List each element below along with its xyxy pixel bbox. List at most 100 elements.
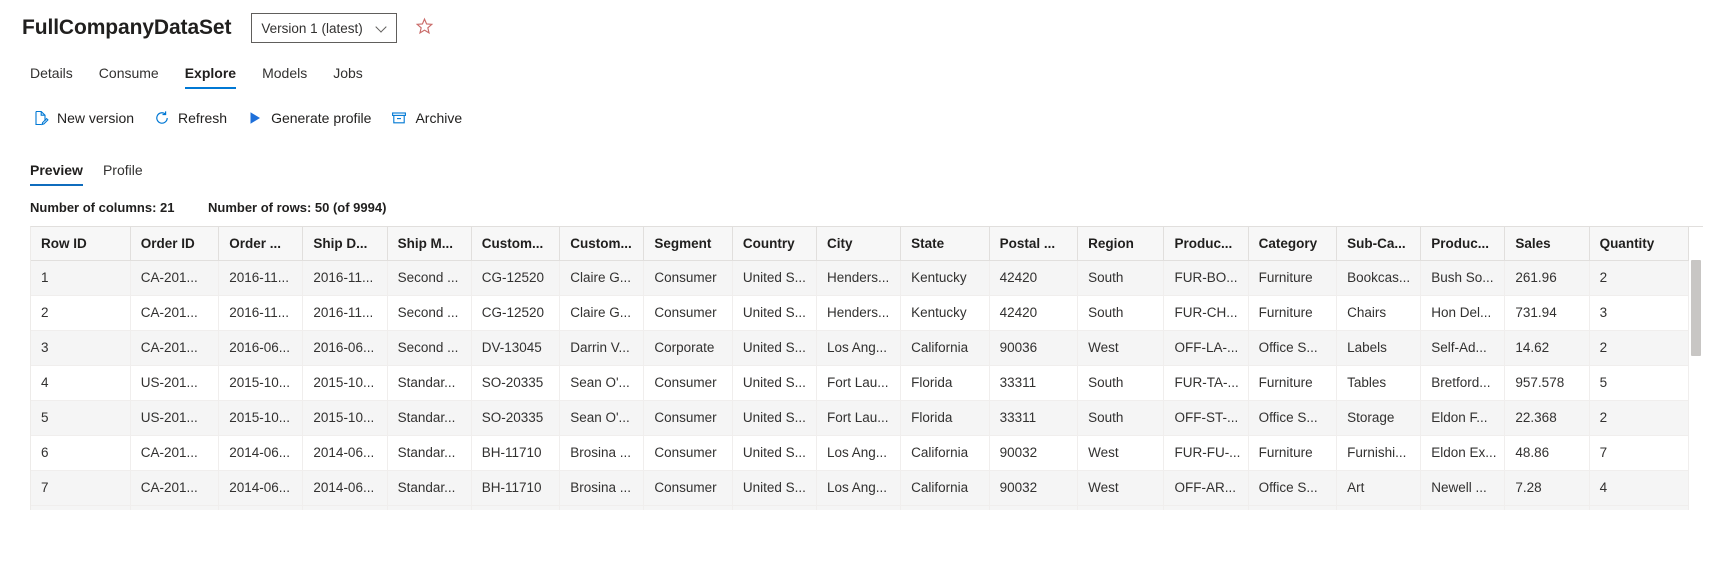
table-cell: Tables (1336, 365, 1422, 401)
table-cell: United S... (732, 330, 818, 366)
favorite-star-icon[interactable] (415, 17, 434, 40)
scrollbar-thumb[interactable] (1691, 260, 1701, 356)
table-cell: Standar... (387, 470, 472, 506)
table-cell: United S... (732, 400, 818, 436)
preview-profile-tab-bar: Preview Profile (0, 154, 1718, 186)
table-cell: 957.578 (1504, 365, 1590, 401)
table-cell: Furniture (1248, 365, 1338, 401)
table-cell: SO-20335 (471, 400, 561, 436)
table-cell: South (1077, 365, 1165, 401)
table-cell: CA-201... (130, 330, 220, 366)
table-cell: Consumer (643, 470, 733, 506)
column-header[interactable]: Ship D... (302, 227, 388, 261)
table-cell: Fort Lau... (816, 365, 902, 401)
column-header[interactable]: Order ... (218, 227, 304, 261)
generate-profile-button[interactable]: Generate profile (239, 105, 383, 131)
table-cell: CG-12520 (471, 295, 561, 331)
tab-consume[interactable]: Consume (86, 65, 172, 89)
table-cell: 3 (1589, 295, 1690, 331)
column-header[interactable]: Produc... (1163, 227, 1249, 261)
table-cell: OFF-ST-... (1163, 400, 1249, 436)
table-row[interactable]: 1 CA-201... 2016-11... 2016-11... Second ...… (31, 260, 1690, 296)
column-header[interactable]: Produc... (1420, 227, 1506, 261)
table-cell: Henders... (816, 260, 902, 296)
table-cell: 48.86 (1504, 435, 1590, 471)
new-version-icon (33, 110, 49, 126)
table-cell: Labels (1336, 330, 1422, 366)
table-cell: 2014-06... (302, 435, 388, 471)
table-cell: 2016-11... (218, 295, 304, 331)
table-cell: 2016-11... (302, 295, 388, 331)
column-header[interactable]: State (900, 227, 990, 261)
table-row[interactable]: 3 CA-201... 2016-06... 2016-06... Second ...… (31, 330, 1690, 366)
table-cell: California (900, 470, 990, 506)
tab-preview[interactable]: Preview (28, 162, 93, 186)
table-cell: Los Ang... (816, 330, 902, 366)
vertical-scrollbar[interactable] (1689, 260, 1703, 510)
tab-models[interactable]: Models (249, 65, 320, 89)
column-header[interactable]: Ship M... (387, 227, 472, 261)
column-header[interactable]: Postal ... (989, 227, 1079, 261)
column-header[interactable]: City (816, 227, 902, 261)
table-cell: Bookcas... (1336, 260, 1422, 296)
table-row[interactable] (31, 505, 1690, 510)
column-header[interactable]: Category (1248, 227, 1338, 261)
column-header[interactable]: Custom... (471, 227, 561, 261)
column-header[interactable]: Custom... (559, 227, 645, 261)
table-row[interactable]: 4 US-201... 2015-10... 2015-10... Standar...… (31, 365, 1690, 401)
column-header[interactable]: Segment (643, 227, 733, 261)
table-cell: South (1077, 260, 1165, 296)
column-header[interactable]: Country (732, 227, 818, 261)
column-header[interactable]: Quantity (1589, 227, 1690, 261)
table-cell: South (1077, 400, 1165, 436)
table-row[interactable]: 2 CA-201... 2016-11... 2016-11... Second ...… (31, 295, 1690, 331)
column-header[interactable]: Sales (1504, 227, 1590, 261)
table-cell: 2015-10... (218, 365, 304, 401)
command-bar: New version Refresh Generate profile Arc… (0, 98, 1718, 138)
table-cell: Furniture (1248, 260, 1338, 296)
table-cell: Chairs (1336, 295, 1422, 331)
table-cell: 2016-11... (218, 260, 304, 296)
column-header[interactable]: Row ID (31, 227, 131, 261)
column-header[interactable]: Order ID (130, 227, 220, 261)
table-cell (1163, 505, 1249, 510)
table-cell: Standar... (387, 400, 472, 436)
table-cell: Bush So... (1420, 260, 1506, 296)
table-row[interactable]: 6 CA-201... 2014-06... 2014-06... Standar...… (31, 435, 1690, 471)
table-cell: 2 (1589, 400, 1690, 436)
table-cell: 2 (1589, 260, 1690, 296)
table-cell: CA-201... (130, 470, 220, 506)
data-preview-grid[interactable]: Row ID Order ID Order ... Ship D... Ship M..… (30, 226, 1703, 510)
archive-icon (391, 110, 407, 126)
table-cell: 33311 (989, 365, 1079, 401)
table-cell: BH-11710 (471, 470, 561, 506)
table-cell (1336, 505, 1422, 510)
table-cell: Consumer (643, 260, 733, 296)
table-cell (218, 505, 304, 510)
tab-explore[interactable]: Explore (172, 65, 249, 89)
table-row[interactable]: 5 US-201... 2015-10... 2015-10... Standar...… (31, 400, 1690, 436)
table-cell: Brosina ... (559, 435, 645, 471)
table-cell: 2 (1589, 330, 1690, 366)
refresh-button[interactable]: Refresh (146, 105, 239, 131)
column-header[interactable]: Sub-Ca... (1336, 227, 1422, 261)
tab-profile[interactable]: Profile (93, 162, 153, 186)
tab-jobs[interactable]: Jobs (320, 65, 376, 89)
column-header[interactable]: Region (1077, 227, 1165, 261)
version-dropdown[interactable]: Version 1 (latest) (251, 13, 398, 43)
table-cell: Art (1336, 470, 1422, 506)
table-cell: Kentucky (900, 260, 990, 296)
table-row[interactable]: 7 CA-201... 2014-06... 2014-06... Standar...… (31, 470, 1690, 506)
table-cell: 2015-10... (218, 400, 304, 436)
table-cell: 90036 (989, 330, 1079, 366)
table-cell: California (900, 435, 990, 471)
table-cell: 90032 (989, 435, 1079, 471)
new-version-button[interactable]: New version (25, 105, 146, 131)
archive-button[interactable]: Archive (383, 105, 474, 131)
tab-details[interactable]: Details (27, 65, 86, 89)
table-cell (989, 505, 1079, 510)
table-cell: Furniture (1248, 435, 1338, 471)
table-cell: CA-201... (130, 260, 220, 296)
table-cell: 7 (31, 470, 131, 506)
table-cell: 7.28 (1504, 470, 1590, 506)
